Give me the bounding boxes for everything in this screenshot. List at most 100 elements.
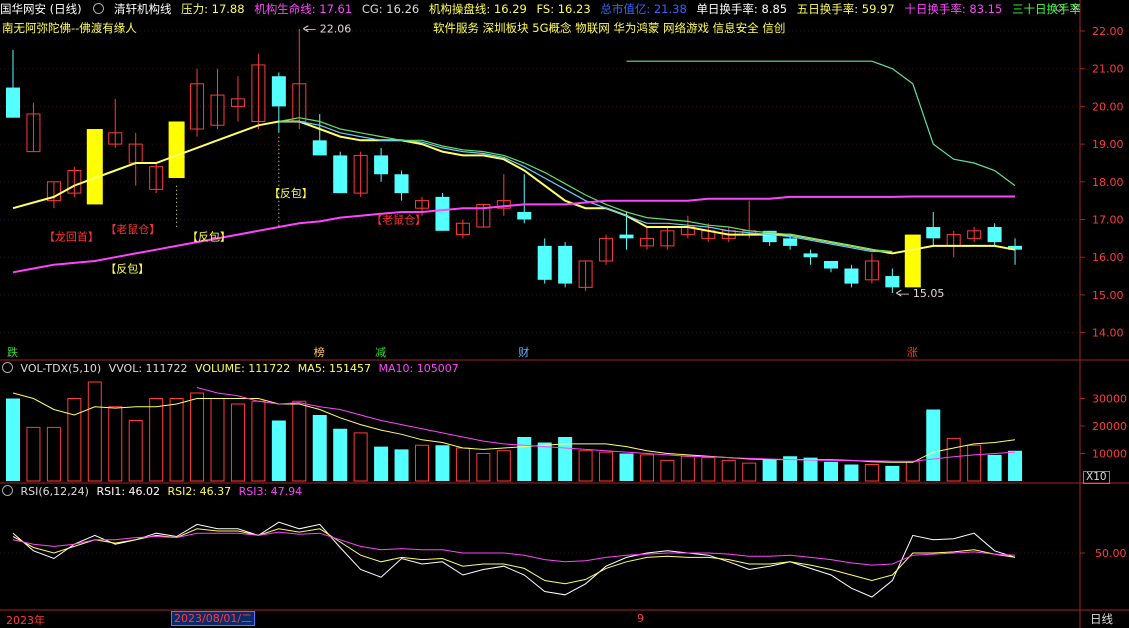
header-item: 五日换手率: 59.97 (796, 2, 895, 16)
price-tick-label: 14.00 (1092, 327, 1124, 340)
vvol-value: VVOL: 111722 (108, 362, 188, 375)
diamond-icon[interactable]: ◇ (1055, 1, 1063, 14)
rsi-tick-label: 50.00 (1095, 547, 1127, 560)
volume-bar (967, 444, 982, 482)
chart-canvas[interactable]: 14.00 15.00 16.00 17.00 18.00 19.00 20.00 21.00… (0, 0, 1129, 628)
volume-bar (1008, 450, 1023, 481)
price-tick-label: 20.00 (1092, 100, 1124, 113)
signal-marker: 财 (518, 345, 529, 359)
volume-bar (353, 432, 368, 482)
price-tick-label: 18.00 (1092, 176, 1124, 189)
header-item: 机构生命线: 17.61 (254, 2, 353, 16)
volume-bar (169, 398, 184, 482)
volume-bar (476, 453, 491, 482)
volume-bar (926, 409, 941, 481)
candle-body (394, 174, 409, 194)
volume-bar (639, 454, 654, 482)
ma5-value: MA5: 151457 (297, 362, 372, 375)
candle-body (926, 227, 941, 239)
stock-title[interactable]: 国华网安 (日线) (0, 2, 82, 16)
volume-bar (210, 398, 225, 482)
signal-marker: 减 (375, 346, 386, 359)
footer-year: 2023年 (6, 614, 45, 627)
pattern-annotation: 【反包】 (187, 230, 231, 243)
pattern-annotation: 【反包】 (105, 263, 149, 276)
pattern-annotation: 【反包】 (269, 187, 313, 200)
candle-body (6, 87, 20, 118)
volume-bar (864, 464, 879, 482)
price-tick-label: 19.00 (1092, 138, 1124, 151)
candle-body (844, 268, 859, 284)
rsi-settings-icon[interactable] (2, 485, 13, 496)
volume-bar (271, 420, 286, 481)
volume-bar (680, 455, 695, 482)
volume-bar (190, 392, 205, 482)
line-green (278, 117, 893, 253)
candle-body (885, 276, 900, 288)
volume-unit-label: X10 (1083, 471, 1110, 484)
signal-marker: 涨 (907, 346, 918, 359)
candle-body (824, 260, 838, 269)
volume-bar (108, 406, 123, 482)
rsi1-value: RSI1: 46.02 (96, 485, 161, 498)
volume-tick-label: 20000 (1092, 420, 1127, 433)
candle-body (783, 238, 798, 246)
settings-circle-icon[interactable] (93, 3, 105, 14)
header-item: 十日换手率: 83.15 (904, 2, 1003, 16)
candle-body (803, 253, 818, 258)
volume-bar (46, 426, 61, 482)
volume-bar (619, 453, 634, 481)
volume-bar (374, 446, 389, 481)
volume-settings-icon[interactable] (2, 362, 13, 373)
header-bar: 国华网安 (日线) 清轩机构线 压力: 17.88 机构生命线: 17.61 C… (0, 0, 1080, 18)
volume-indicator-name[interactable]: VOL-TDX(5,10) (21, 362, 102, 375)
volume-bar (517, 437, 532, 481)
volume-bar (742, 462, 757, 482)
indicator-name[interactable]: 清轩机构线 (114, 2, 172, 16)
volume-bar (824, 461, 838, 481)
footer-cursor-date[interactable]: 2023/08/01/二 (171, 611, 256, 626)
price-tick-label: 15.00 (1092, 289, 1124, 302)
price-tick-label: 17.00 (1092, 214, 1124, 227)
volume-bar (312, 415, 327, 481)
rsi2-value: RSI2: 46.37 (167, 485, 232, 498)
rsi-line-rsi1 (12, 521, 1016, 598)
concept-tags: 软件服务 深圳板块 5G概念 物联网 华为鸿蒙 网络游戏 信息安全 信创 (433, 21, 786, 35)
volume-bar (803, 457, 818, 481)
rsi3-value: RSI3: 47.94 (238, 485, 303, 498)
volume-tick-label: 30000 (1092, 393, 1127, 406)
candle-body (619, 234, 634, 239)
volume-bar (905, 461, 920, 482)
rsi-indicator-name[interactable]: RSI(6,12,24) (21, 485, 89, 498)
header-item: FS: 16.23 (536, 2, 591, 16)
header-item: 三十日换手率: 24 (1011, 2, 1080, 16)
volume-bar (762, 459, 777, 481)
pattern-annotation: 【老鼠仓】 (371, 213, 426, 227)
volume-bar (537, 442, 552, 481)
subtitle: 南无阿弥陀佛--佛渡有缘人 (2, 21, 137, 35)
candle-body (558, 245, 573, 284)
volume-bar (946, 437, 961, 482)
volume-bar (67, 398, 82, 482)
signal-marker: 榜 (314, 345, 325, 359)
close-icon[interactable]: × (1071, 1, 1080, 14)
header-item: 压力: 17.88 (181, 2, 245, 16)
rsi-header: RSI(6,12,24) RSI1: 46.02 RSI2: 46.37 RSI… (0, 485, 306, 499)
volume-bar (660, 459, 675, 482)
rsi-line-rsi3 (12, 531, 1016, 566)
signal-bar (168, 121, 185, 179)
volume-bar (87, 381, 102, 482)
candle-body (374, 155, 389, 175)
volume-ma5-line (12, 392, 1016, 463)
volume-bar (496, 450, 511, 482)
period-selector[interactable]: 日线 (1090, 611, 1113, 627)
volume-bar (885, 465, 900, 481)
price-tick-label: 16.00 (1092, 251, 1124, 264)
volume-bar (333, 428, 348, 481)
volume-bar (701, 457, 716, 482)
volume-value: VOLUME: 111722 (195, 362, 291, 375)
volume-bar (6, 398, 20, 481)
extreme-label: — 15.05 (898, 287, 944, 300)
volume-bar (415, 444, 429, 482)
candle-body (987, 227, 1002, 243)
